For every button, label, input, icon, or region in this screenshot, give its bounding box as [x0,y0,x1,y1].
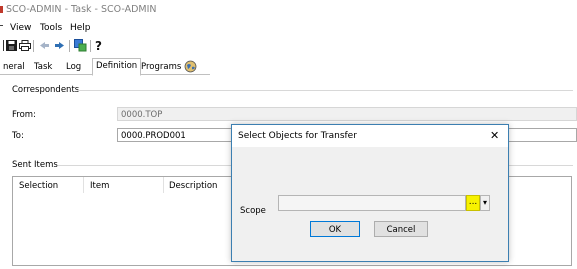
column-separator[interactable] [163,177,164,193]
tab-log[interactable]: Log [63,60,84,74]
menu-view[interactable]: View [10,23,31,33]
globe-icon[interactable] [184,60,197,73]
menu-bar: View Tools Help [0,20,577,34]
print-icon[interactable] [19,40,31,51]
transfer-icon[interactable] [74,39,87,52]
from-value: 0000.TOP [121,110,163,120]
chevron-down-icon: ▾ [482,198,487,207]
from-field: 0000.TOP [117,107,577,121]
select-objects-dialog: Select Objects for Transfer ✕ Scope ... … [231,124,509,262]
correspondents-rule [78,90,573,91]
to-value: 0000.PROD001 [121,131,186,141]
forward-arrow-icon[interactable] [54,40,65,51]
column-header-selection[interactable]: Selection [19,181,58,191]
svg-text:?: ? [95,39,102,52]
cancel-button[interactable]: Cancel [374,221,428,237]
help-icon[interactable]: ? [94,39,104,53]
toolbar-edge-fragment [0,40,4,51]
tab-definition[interactable]: Definition [92,58,142,76]
correspondents-section-label: Correspondents [12,85,80,95]
scope-field[interactable] [278,195,466,211]
column-header-item[interactable]: Item [90,181,109,191]
app-icon [0,6,3,13]
window-title: SCO-ADMIN - Task - SCO-ADMIN [6,4,157,15]
ok-button-label: OK [328,225,342,235]
back-arrow-icon[interactable] [39,40,50,51]
browse-button[interactable]: ... [466,195,480,211]
column-separator[interactable] [83,177,84,193]
column-header-description[interactable]: Description [169,181,217,191]
toolbar-separator [90,40,91,52]
tab-task[interactable]: Task [31,60,55,74]
tab-general[interactable]: neral [0,60,28,74]
from-label: From: [12,110,36,120]
toolbar-separator [33,40,34,52]
scope-dropdown-button[interactable]: ▾ [480,195,490,211]
menu-help[interactable]: Help [70,23,91,33]
scope-label: Scope [240,206,266,216]
sent-items-section-label: Sent Items [12,160,58,170]
save-icon[interactable] [6,40,17,51]
browse-button-label: ... [468,197,478,207]
tab-strip [0,56,577,76]
close-icon[interactable]: ✕ [490,129,499,142]
cancel-button-label: Cancel [386,225,416,235]
tab-programs[interactable]: Programs [138,60,184,74]
title-bar: SCO-ADMIN - Task - SCO-ADMIN [0,0,577,18]
ok-button[interactable]: OK [310,221,360,237]
dialog-title: Select Objects for Transfer [238,131,357,141]
menu-tools[interactable]: Tools [40,23,62,33]
menu-edge-fragment [0,25,3,26]
to-label: To: [12,131,24,141]
toolbar: ? [0,37,577,54]
dialog-title-bar[interactable]: Select Objects for Transfer ✕ [232,125,508,147]
toolbar-separator [69,40,70,52]
